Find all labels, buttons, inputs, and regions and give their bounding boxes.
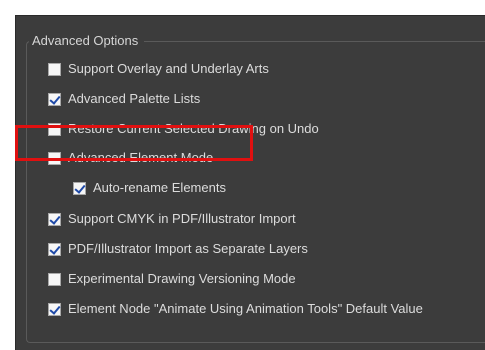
option-label: Experimental Drawing Versioning Mode bbox=[68, 271, 296, 286]
checkbox[interactable] bbox=[48, 92, 61, 106]
checkbox[interactable] bbox=[48, 62, 61, 76]
option-support-overlay-underlay[interactable]: Support Overlay and Underlay Arts bbox=[48, 61, 269, 77]
option-element-node-animate-default[interactable]: Element Node "Animate Using Animation To… bbox=[48, 301, 423, 317]
group-title: Advanced Options bbox=[29, 33, 145, 49]
option-label: Auto-rename Elements bbox=[93, 180, 226, 195]
option-label: Element Node "Animate Using Animation To… bbox=[68, 301, 423, 316]
option-label: PDF/Illustrator Import as Separate Layer… bbox=[68, 241, 308, 256]
option-advanced-palette-lists[interactable]: Advanced Palette Lists bbox=[48, 91, 200, 107]
option-support-cmyk[interactable]: Support CMYK in PDF/Illustrator Import bbox=[48, 211, 296, 227]
highlight-box bbox=[15, 125, 253, 161]
option-label: Support CMYK in PDF/Illustrator Import bbox=[68, 211, 296, 226]
checkbox[interactable] bbox=[48, 242, 61, 256]
checkbox[interactable] bbox=[48, 302, 61, 316]
checkbox[interactable] bbox=[48, 272, 61, 286]
option-experimental-drawing-versioning[interactable]: Experimental Drawing Versioning Mode bbox=[48, 271, 296, 287]
option-label: Advanced Palette Lists bbox=[68, 91, 201, 106]
option-pdf-separate-layers[interactable]: PDF/Illustrator Import as Separate Layer… bbox=[48, 241, 308, 257]
checkbox[interactable] bbox=[48, 212, 61, 226]
option-label: Support Overlay and Underlay Arts bbox=[68, 61, 269, 76]
checkbox[interactable] bbox=[73, 181, 86, 195]
option-auto-rename-elements[interactable]: Auto-rename Elements bbox=[73, 180, 226, 196]
